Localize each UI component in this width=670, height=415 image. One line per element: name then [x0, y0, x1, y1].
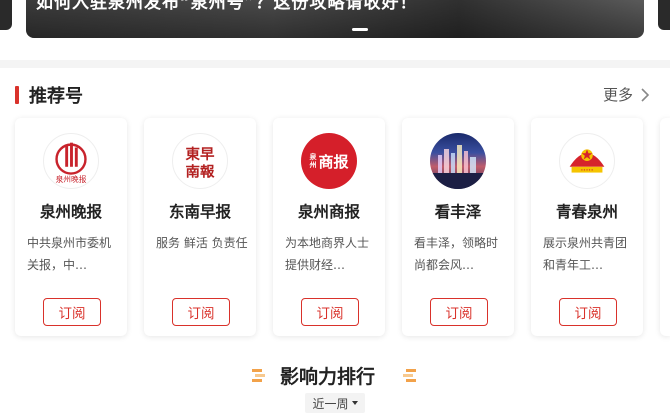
subscribe-button[interactable]: 订阅 — [430, 298, 488, 326]
account-card[interactable]: 泉州晚报 泉州晚报 中共泉州市委机关报，中… 订阅 — [15, 118, 127, 336]
account-card[interactable]: 泉州 商报 泉州商报 为本地商界人士提供财经… 订阅 — [273, 118, 385, 336]
ranking-title: 影响力排行 — [280, 366, 376, 388]
account-description: 服务 鲜活 负责任 — [156, 236, 248, 250]
youth-league-logo-icon: ••••• — [559, 133, 615, 189]
caret-down-icon — [351, 401, 358, 405]
account-description: 展示泉州共青团和青年工… — [543, 236, 628, 272]
account-name: 看丰泽 — [434, 202, 482, 221]
period-label: 近一周 — [312, 396, 349, 411]
period-selector[interactable]: 近一周 — [305, 393, 365, 413]
quanzhou-shangbao-logo-icon: 泉州 商报 — [301, 133, 357, 189]
chevron-right-icon[interactable] — [639, 87, 651, 103]
account-name: 青春泉州 — [555, 202, 618, 221]
recommend-account-list: 泉州晚报 泉州晚报 中共泉州市委机关报，中… 订阅 東早 南報 东南早报 服务 … — [0, 118, 670, 340]
rank-decoration-right-icon — [403, 369, 416, 382]
section-accent-bar — [15, 86, 19, 104]
account-name: 泉州商报 — [297, 202, 360, 221]
account-description: 看丰泽，领略时尚都会风… — [414, 236, 499, 272]
banner-prev-slide[interactable] — [0, 0, 12, 30]
subscribe-button[interactable]: 订阅 — [301, 298, 359, 326]
account-name: 东南早报 — [168, 202, 231, 221]
quanzhou-wanbao-logo-icon: 泉州晚报 — [43, 133, 99, 189]
account-card[interactable]: ••••• 青春泉州 展示泉州共青团和青年工… 订阅 — [531, 118, 643, 336]
subscribe-button[interactable]: 订阅 — [172, 298, 230, 326]
logo-text: 商报 — [318, 152, 349, 171]
account-description: 中共泉州市委机关报，中… — [27, 236, 112, 272]
account-card[interactable]: 東早 南報 东南早报 服务 鲜活 负责任 订阅 — [144, 118, 256, 336]
logo-small-text: 泉州 — [309, 152, 317, 169]
banner-next-slide[interactable] — [658, 0, 670, 30]
banner-carousel[interactable]: 如何入驻泉州发布“泉州号”？这份攻略请收好！ — [26, 0, 644, 38]
svg-text:東早: 東早 — [186, 145, 215, 163]
carousel-indicator — [352, 28, 368, 31]
account-name: 泉州晚报 — [39, 202, 102, 221]
next-card-peek[interactable] — [660, 118, 670, 336]
subscribe-button[interactable]: 订阅 — [559, 298, 617, 326]
kanfengze-logo-icon — [430, 133, 486, 189]
section-title: 推荐号 — [29, 86, 83, 107]
account-card[interactable]: 看丰泽 看丰泽，领略时尚都会风… 订阅 — [402, 118, 514, 336]
logo-text: 泉州晚报 — [56, 174, 87, 184]
rank-decoration-left-icon — [252, 369, 265, 382]
ranking-header: 影响力排行 — [0, 360, 670, 390]
svg-text:•••••: ••••• — [581, 169, 594, 174]
banner-title[interactable]: 如何入驻泉州发布“泉州号”？这份攻略请收好！ — [36, 0, 418, 13]
recommend-header: 推荐号 更多 — [0, 80, 670, 110]
top-banner-area: 如何入驻泉州发布“泉州号”？这份攻略请收好！ — [0, 0, 670, 60]
more-link[interactable]: 更多 — [603, 84, 633, 105]
svg-text:南報: 南報 — [186, 162, 215, 180]
dongnan-zaobao-logo-icon: 東早 南報 — [172, 133, 228, 189]
section-divider — [0, 60, 670, 68]
subscribe-button[interactable]: 订阅 — [43, 298, 101, 326]
account-description: 为本地商界人士提供财经… — [285, 236, 370, 272]
